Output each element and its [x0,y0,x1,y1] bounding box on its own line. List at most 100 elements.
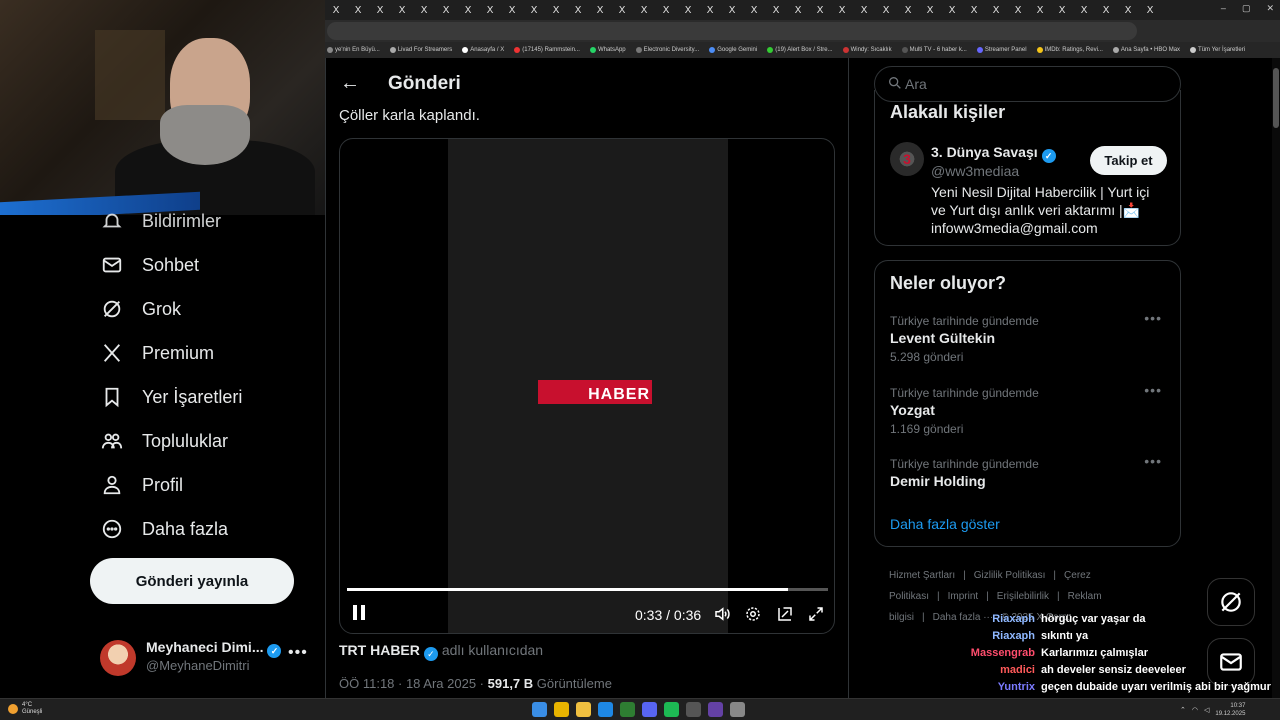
browser-tab[interactable]: X [897,5,919,16]
trend-more-icon[interactable]: ••• [1144,453,1162,469]
browser-tab[interactable]: X [633,5,655,16]
trend-item[interactable]: Türkiye tarihinde gündemde Yozgat 1.169 … [890,382,1170,446]
chevron-up-icon[interactable]: ⌃ [1180,706,1186,714]
sidebar-item-premium[interactable]: Premium [100,331,214,375]
browser-tab[interactable]: X [611,5,633,16]
trend-more-icon[interactable]: ••• [1144,382,1162,398]
footer-link[interactable]: Erişilebilirlik [997,591,1049,602]
browser-tab[interactable]: X [325,5,347,16]
browser-tab[interactable]: X [809,5,831,16]
taskbar-app-icon[interactable] [532,702,547,717]
browser-tab[interactable]: X [875,5,897,16]
sidebar-item-communities[interactable]: Topluluklar [100,419,228,463]
browser-tab[interactable]: X [369,5,391,16]
bookmark-item[interactable]: ye'nin En Büyü... [327,47,380,53]
page-scrollbar[interactable] [1272,58,1280,698]
related-user-name[interactable]: 3. Dünya Savaşı ✓ [931,144,1056,163]
browser-tab[interactable]: X [677,5,699,16]
bookmark-item[interactable]: Multi TV - 6 haber k... [901,47,967,53]
taskbar-app-icon[interactable] [664,702,679,717]
settings-gear-icon[interactable] [743,605,763,625]
close-window-button[interactable]: ✕ [1266,3,1274,14]
browser-tab[interactable]: X [1139,5,1161,16]
wifi-icon[interactable]: ◠ [1192,706,1198,714]
footer-link[interactable]: Gizlilik Politikası [974,570,1046,581]
sidebar-item-profile[interactable]: Profil [100,463,183,507]
bookmark-item[interactable]: Ana Sayfa • HBO Max [1112,47,1180,53]
bookmark-item[interactable]: Streamer Panel [976,47,1027,53]
taskbar-app-icon[interactable] [708,702,723,717]
weather-widget[interactable]: 4°C Güneşli [8,702,42,716]
browser-tab[interactable]: X [1007,5,1029,16]
sidebar-item-bookmarks[interactable]: Yer İşaretleri [100,375,242,419]
browser-tab[interactable]: X [413,5,435,16]
browser-tab[interactable]: X [1073,5,1095,16]
fullscreen-icon[interactable] [806,605,826,625]
video-progress-bar[interactable] [347,588,828,591]
back-button[interactable]: ← [340,72,360,95]
browser-tab[interactable]: X [655,5,677,16]
browser-tab[interactable]: X [479,5,501,16]
browser-tab[interactable]: X [699,5,721,16]
taskbar-app-icon[interactable] [730,702,745,717]
browser-tab[interactable]: X [1029,5,1051,16]
browser-tab[interactable]: X [1117,5,1139,16]
browser-tab[interactable]: X [919,5,941,16]
author-name[interactable]: TRT HABER [339,642,420,658]
browser-tab[interactable]: X [347,5,369,16]
sidebar-item-chat[interactable]: Sohbet [100,243,199,287]
browser-tab[interactable]: X [963,5,985,16]
picture-in-picture-icon[interactable] [775,605,795,625]
maximize-button[interactable]: ▢ [1242,3,1251,14]
clock[interactable]: 10:37 19.12.2025 [1215,702,1245,718]
taskbar-app-icon[interactable] [554,702,569,717]
pause-button[interactable] [350,605,368,623]
taskbar-app-icon[interactable] [576,702,591,717]
browser-tab[interactable]: X [545,5,567,16]
bookmark-item[interactable]: Anasayfa / X [462,47,504,53]
bookmark-item[interactable]: IMDb: Ratings, Revi... [1036,47,1103,53]
browser-tab[interactable]: X [787,5,809,16]
browser-tab[interactable]: X [501,5,523,16]
browser-tab[interactable]: X [985,5,1007,16]
bookmark-item[interactable]: Tüm Yer İşaretleri [1190,47,1245,53]
trend-item[interactable]: Türkiye tarihinde gündemde Demir Holding… [890,453,1170,517]
more-options-icon[interactable]: ••• [288,644,308,662]
show-more-link[interactable]: Daha fazla göster [890,516,1000,532]
taskbar-app-icon[interactable] [620,702,635,717]
bookmark-item[interactable]: (17145) Rammstein... [514,47,580,53]
sidebar-item-grok[interactable]: Grok [100,287,181,331]
url-input[interactable] [327,22,1137,40]
browser-tab[interactable]: X [721,5,743,16]
volume-icon[interactable] [712,605,732,625]
browser-tab[interactable]: X [457,5,479,16]
video-player[interactable]: HABER 0:33 / 0:36 [339,138,835,634]
taskbar-app-icon[interactable] [598,702,613,717]
footer-link[interactable]: Imprint [948,591,979,602]
follow-button[interactable]: Takip et [1090,146,1167,175]
browser-tab[interactable]: X [523,5,545,16]
tweet-timestamp[interactable]: ÖÖ 11:18 · 18 Ara 2025 · [339,676,488,691]
browser-tab[interactable]: X [853,5,875,16]
taskbar-app-icon[interactable] [686,702,701,717]
avatar[interactable]: 3 [890,142,924,176]
browser-tab[interactable]: X [391,5,413,16]
footer-link[interactable]: Hizmet Şartları [889,570,955,581]
taskbar-app-icon[interactable] [642,702,657,717]
browser-tab[interactable]: X [589,5,611,16]
trend-more-icon[interactable]: ••• [1144,310,1162,326]
account-switcher[interactable]: Meyhaneci Dimi... ✓ @MeyhaneDimitri ••• [100,636,310,678]
speaker-icon[interactable]: ◁ [1204,706,1209,714]
scroll-thumb[interactable] [1273,68,1279,128]
browser-tab[interactable]: X [1051,5,1073,16]
browser-tab[interactable]: X [567,5,589,16]
browser-tab[interactable]: X [435,5,457,16]
search-input[interactable]: Ara [874,66,1181,102]
bookmark-item[interactable]: Electronic Diversity... [635,47,699,53]
minimize-button[interactable]: – [1221,3,1226,14]
browser-tab[interactable]: X [941,5,963,16]
browser-tab[interactable]: X [831,5,853,16]
browser-tab[interactable]: X [743,5,765,16]
bookmark-item[interactable]: WhatsApp [589,47,626,53]
bookmark-item[interactable]: (19) Alert Box / Stre... [767,47,833,53]
